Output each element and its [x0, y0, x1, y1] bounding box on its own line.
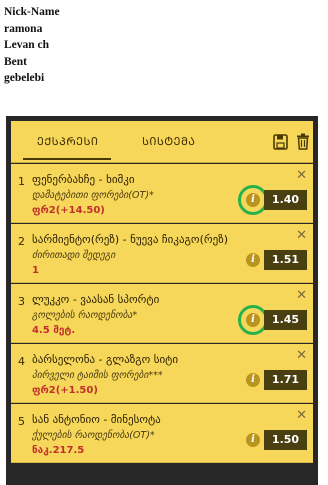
odds-badge[interactable]: 1.71: [264, 370, 307, 390]
betslip-tabs: ᲔᲥᲡᲞᲠᲔᲡᲘ ᲡᲘᲡᲢᲔᲛᲐ: [11, 121, 313, 163]
tab-system[interactable]: ᲡᲘᲡᲢᲔᲛᲐ: [142, 134, 195, 149]
nickname-item: Bent: [4, 55, 27, 68]
odds-badge[interactable]: 1.50: [264, 430, 307, 450]
bet-number: 5: [18, 415, 25, 428]
odds-badge[interactable]: 1.51: [264, 250, 307, 270]
info-icon[interactable]: i: [246, 313, 260, 327]
bet-selection: 4.5 მეტ.: [32, 325, 76, 336]
bet-event: სარმიენტო(რეზ) - ნუევა ჩიკაგო(რეზ): [32, 233, 229, 246]
betslip-panel: ᲔᲥᲡᲞᲠᲔᲡᲘ ᲡᲘᲡᲢᲔᲛᲐ 1 ფენერბახჩე - ხიმკი და…: [6, 116, 318, 485]
bet-item: 2 სარმიენტო(რეზ) - ნუევა ჩიკაგო(რეზ) ძირ…: [11, 224, 313, 283]
bet-market: დამატებითი ფორები(OT)*: [32, 190, 154, 201]
bet-market: პირველი ტაიმის ფორები***: [32, 370, 163, 381]
nickname-list: Nick-Name ramona Levan ch Bent gebelebi: [4, 4, 60, 87]
bet-item: 4 ბარსელონა - გლაზგო სიტი პირველი ტაიმის…: [11, 344, 313, 403]
bet-event: სან ანტონიო - მინესოტა: [32, 413, 161, 426]
bet-market: ქულების რაოდენობა(OT)*: [32, 430, 155, 441]
bet-number: 3: [18, 295, 25, 308]
nickname-item: Levan ch: [4, 39, 50, 51]
odds-badge[interactable]: 1.45: [264, 310, 307, 330]
info-icon[interactable]: i: [246, 373, 260, 387]
bet-number: 4: [18, 355, 25, 368]
bet-selection: ნაკ.217.5: [32, 445, 85, 456]
bet-selection: ფრ2(+1.50): [32, 385, 98, 396]
save-icon[interactable]: [273, 134, 288, 150]
remove-bet-icon[interactable]: ✕: [296, 289, 307, 302]
bet-event: ბარსელონა - გლაზგო სიტი: [32, 353, 179, 366]
nickname-header: Nick-Name: [4, 6, 60, 18]
nickname-item: ramona: [4, 22, 43, 35]
nickname-item: gebelebi: [4, 72, 45, 84]
info-icon[interactable]: i: [246, 433, 260, 447]
info-icon[interactable]: i: [246, 193, 260, 207]
bet-selection: 1: [32, 265, 39, 276]
bet-selection: ფრ2(+14.50): [32, 205, 105, 216]
remove-bet-icon[interactable]: ✕: [296, 349, 307, 362]
bet-market: ძირითადი შედეგი: [32, 250, 116, 261]
remove-bet-icon[interactable]: ✕: [296, 229, 307, 242]
bet-item: 5 სან ანტონიო - მინესოტა ქულების რაოდენო…: [11, 404, 313, 463]
bet-event: ფენერბახჩე - ხიმკი: [32, 173, 135, 186]
info-icon[interactable]: i: [246, 253, 260, 267]
tab-express[interactable]: ᲔᲥᲡᲞᲠᲔᲡᲘ: [37, 134, 98, 149]
bet-number: 1: [18, 175, 25, 188]
trash-icon[interactable]: [296, 133, 310, 150]
bet-market: გოლების რაოდენობა*: [32, 310, 138, 321]
remove-bet-icon[interactable]: ✕: [296, 169, 307, 182]
active-tab-indicator: [23, 158, 111, 160]
bet-number: 2: [18, 235, 25, 248]
odds-badge[interactable]: 1.40: [264, 190, 307, 210]
remove-bet-icon[interactable]: ✕: [296, 409, 307, 422]
bet-item: 1 ფენერბახჩე - ხიმკი დამატებითი ფორები(O…: [11, 164, 313, 223]
bet-item: 3 ლუკკო - ვაასან სპორტი გოლების რაოდენობ…: [11, 284, 313, 343]
bet-event: ლუკკო - ვაასან სპორტი: [32, 293, 160, 306]
